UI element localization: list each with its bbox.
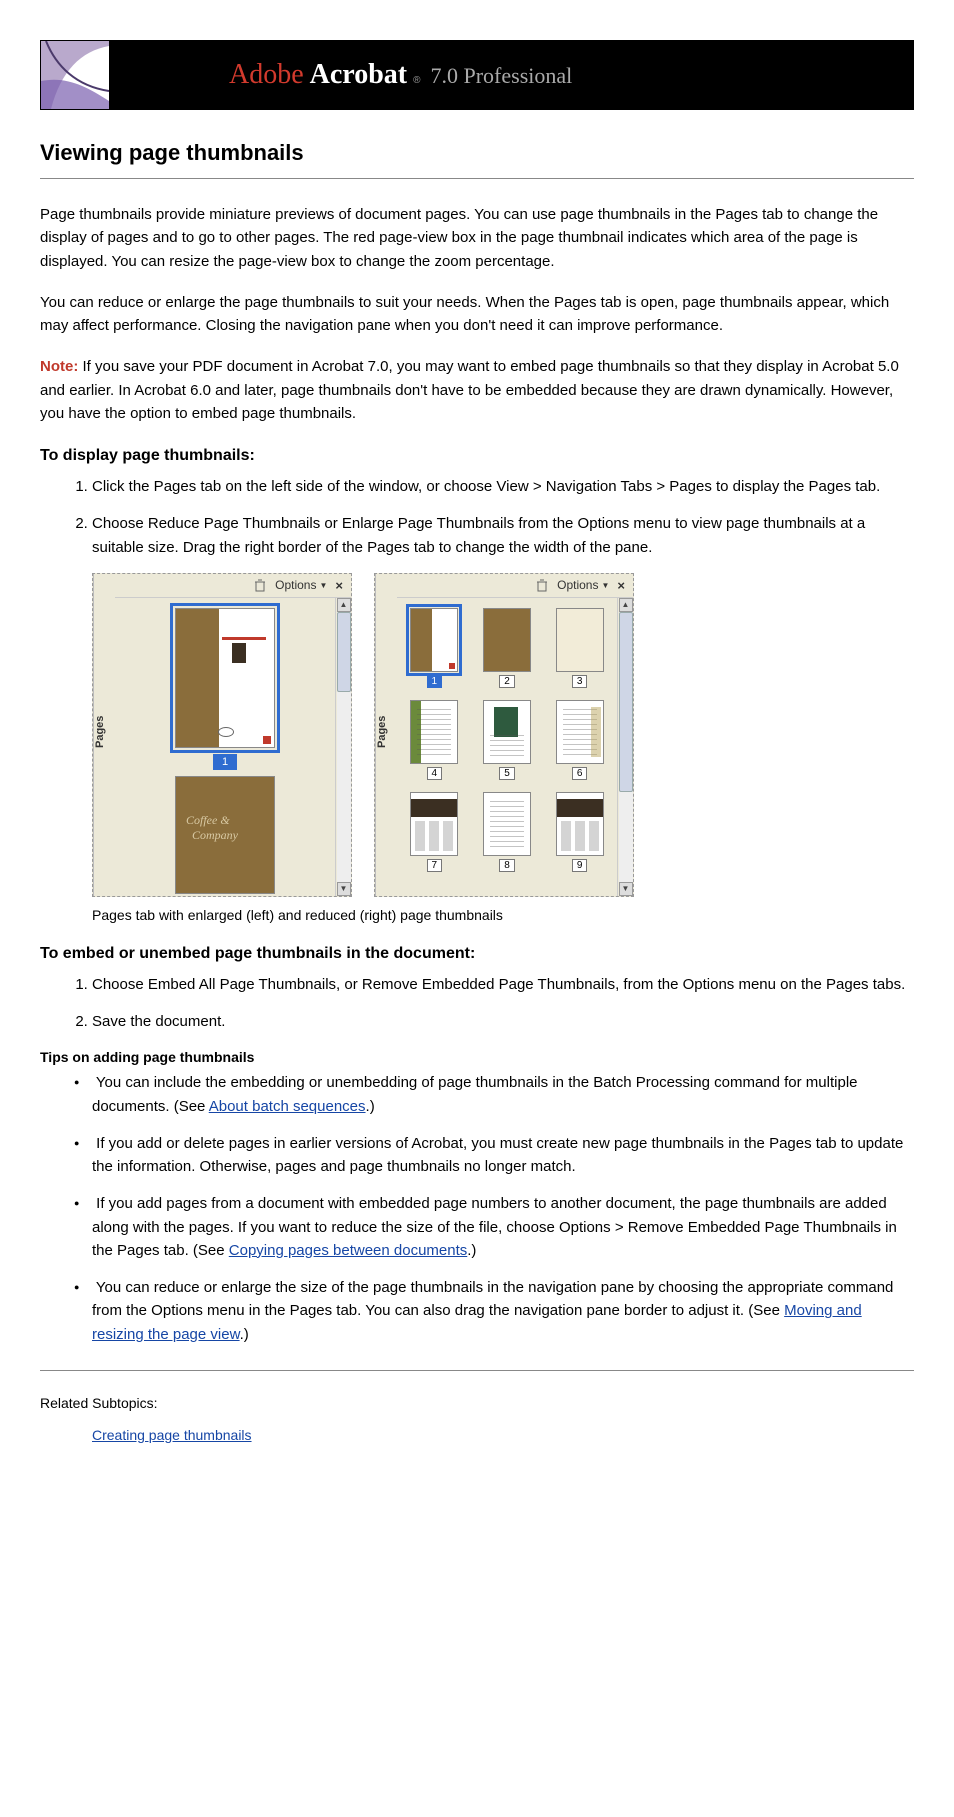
scroll-down-icon[interactable]: ▼ — [619, 882, 633, 896]
tip-1: You can include the embedding or unembed… — [92, 1071, 914, 1118]
display-step-2: Choose Reduce Page Thumbnails or Enlarge… — [92, 512, 914, 559]
options-label: Options — [275, 578, 316, 592]
scroll-down-icon[interactable]: ▼ — [337, 882, 351, 896]
page-label-7[interactable]: 7 — [427, 859, 443, 872]
page-label-4[interactable]: 4 — [427, 767, 443, 780]
note-text: If you save your PDF document in Acrobat… — [40, 358, 899, 422]
scrollbar[interactable]: ▲ ▼ — [617, 598, 633, 896]
pages-panel-reduced: Pages Options ▼ × 1 2 3 4 5 6 — [374, 573, 634, 897]
close-icon[interactable]: × — [617, 578, 625, 593]
tip-3-post: .) — [467, 1242, 476, 1259]
page-thumbnail-1[interactable] — [410, 608, 458, 672]
link-copying-pages[interactable]: Copying pages between documents — [229, 1242, 468, 1259]
page-label-6[interactable]: 6 — [572, 767, 588, 780]
chevron-down-icon: ▼ — [319, 581, 327, 590]
display-steps: Click the Pages tab on the left side of … — [92, 475, 914, 559]
link-batch-sequences[interactable]: About batch sequences — [209, 1098, 366, 1115]
page-thumbnail-7[interactable] — [410, 792, 458, 856]
page-label-1[interactable]: 1 — [213, 754, 237, 770]
intro-paragraph-1: Page thumbnails provide miniature previe… — [40, 203, 914, 273]
tip-3-pre: If you add pages from a document with em… — [92, 1195, 897, 1259]
tip-4: You can reduce or enlarge the size of th… — [92, 1276, 914, 1346]
brand-adobe: Adobe — [229, 59, 304, 91]
page-thumbnail-5[interactable] — [483, 700, 531, 764]
options-label: Options — [557, 578, 598, 592]
embed-steps: Choose Embed All Page Thumbnails, or Rem… — [92, 973, 914, 1034]
acrobat-logo — [41, 41, 109, 109]
page-thumbnail-3[interactable] — [556, 608, 604, 672]
scroll-up-icon[interactable]: ▲ — [619, 598, 633, 612]
page-thumbnail-1[interactable] — [175, 608, 275, 748]
page-thumbnail-2[interactable] — [483, 608, 531, 672]
tip-1-pre: You can include the embedding or unembed… — [92, 1074, 858, 1114]
tip-1-post: .) — [366, 1098, 375, 1115]
page-title: Viewing page thumbnails — [40, 140, 914, 166]
tip-2-text: If you add or delete pages in earlier ve… — [92, 1135, 903, 1175]
tips-list: You can include the embedding or unembed… — [92, 1071, 914, 1346]
page-label-9[interactable]: 9 — [572, 859, 588, 872]
app-banner: Adobe Acrobat ® 7.0 Professional — [40, 40, 914, 110]
scroll-thumb[interactable] — [337, 612, 351, 692]
embed-step-2: Save the document. — [92, 1010, 914, 1033]
related-subtopics: Related Subtopics: — [40, 1395, 914, 1411]
page-thumbnail-8[interactable] — [483, 792, 531, 856]
brand-product: Acrobat — [310, 59, 407, 91]
divider — [40, 1370, 914, 1371]
tip-3: If you add pages from a document with em… — [92, 1192, 914, 1262]
related-link-row: Creating page thumbnails — [92, 1427, 914, 1443]
tips-heading: Tips on adding page thumbnails — [40, 1049, 914, 1065]
page-label-3[interactable]: 3 — [572, 675, 588, 688]
pages-tab[interactable]: Pages — [375, 574, 397, 896]
scroll-up-icon[interactable]: ▲ — [337, 598, 351, 612]
page-label-5[interactable]: 5 — [499, 767, 515, 780]
options-menu-button[interactable]: Options ▼ — [557, 578, 609, 592]
trash-icon[interactable] — [535, 578, 549, 592]
tip-4-post: .) — [240, 1326, 249, 1343]
trash-icon[interactable] — [253, 578, 267, 592]
banner-title: Adobe Acrobat ® 7.0 Professional — [229, 59, 572, 91]
link-creating-thumbnails[interactable]: Creating page thumbnails — [92, 1427, 252, 1443]
page-thumbnail-4[interactable] — [410, 700, 458, 764]
figure-row: Pages Options ▼ × — [92, 573, 914, 897]
panel-header: Options ▼ × — [397, 574, 633, 598]
brand-version: 7.0 Professional — [431, 63, 573, 89]
close-icon[interactable]: × — [335, 578, 343, 593]
registered-mark: ® — [413, 75, 420, 86]
pages-tab[interactable]: Pages — [93, 574, 115, 896]
embed-step-1: Choose Embed All Page Thumbnails, or Rem… — [92, 973, 914, 996]
page-thumbnail-9[interactable] — [556, 792, 604, 856]
page-thumbnail-2[interactable]: Coffee & Company — [175, 776, 275, 894]
intro-paragraph-2: You can reduce or enlarge the page thumb… — [40, 291, 914, 338]
display-step-1: Click the Pages tab on the left side of … — [92, 475, 914, 498]
divider — [40, 178, 914, 179]
note-paragraph: Note: If you save your PDF document in A… — [40, 355, 914, 425]
chevron-down-icon: ▼ — [601, 581, 609, 590]
tip-2: If you add or delete pages in earlier ve… — [92, 1132, 914, 1179]
related-label: Related Subtopics: — [40, 1395, 158, 1411]
note-label: Note: — [40, 358, 78, 375]
section-embed-heading: To embed or unembed page thumbnails in t… — [40, 945, 914, 963]
options-menu-button[interactable]: Options ▼ — [275, 578, 327, 592]
page-thumbnail-6[interactable] — [556, 700, 604, 764]
figure-caption: Pages tab with enlarged (left) and reduc… — [92, 907, 914, 923]
tip-4-pre: You can reduce or enlarge the size of th… — [92, 1279, 893, 1319]
page-label-2[interactable]: 2 — [499, 675, 515, 688]
panel-header: Options ▼ × — [115, 574, 351, 598]
pages-panel-enlarged: Pages Options ▼ × — [92, 573, 352, 897]
page-label-1[interactable]: 1 — [427, 675, 443, 688]
section-display-heading: To display page thumbnails: — [40, 447, 914, 465]
scrollbar[interactable]: ▲ ▼ — [335, 598, 351, 896]
scroll-thumb[interactable] — [619, 612, 633, 792]
page-label-8[interactable]: 8 — [499, 859, 515, 872]
